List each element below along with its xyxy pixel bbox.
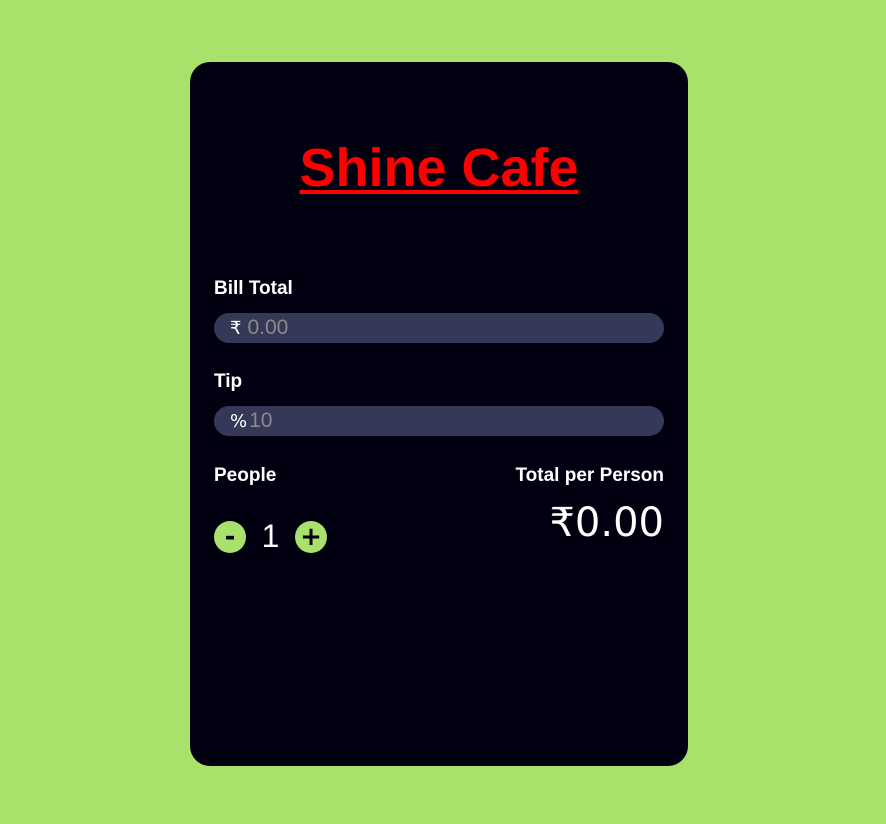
total-per-person-value: ₹0.00 [549,500,664,546]
bill-total-field[interactable]: ₹ [214,313,664,343]
calculator-card: Shine Cafe Bill Total ₹ Tip % People Tot… [190,62,688,766]
rupee-icon: ₹ [230,317,242,339]
total-per-person-label: Total per Person [515,465,664,486]
page-title: Shine Cafe [299,138,579,198]
tip-input[interactable] [249,409,630,433]
decrement-button[interactable]: - [214,520,246,553]
tip-field[interactable]: % [214,406,664,436]
people-label: People [214,465,277,486]
bill-total-label: Bill Total [214,278,293,299]
people-count: 1 [261,518,280,554]
bill-total-input[interactable] [247,316,628,340]
increment-button[interactable]: + [295,520,327,553]
tip-label: Tip [214,371,243,392]
percent-icon: % [230,410,248,432]
people-stepper: - 1 + [214,518,327,555]
